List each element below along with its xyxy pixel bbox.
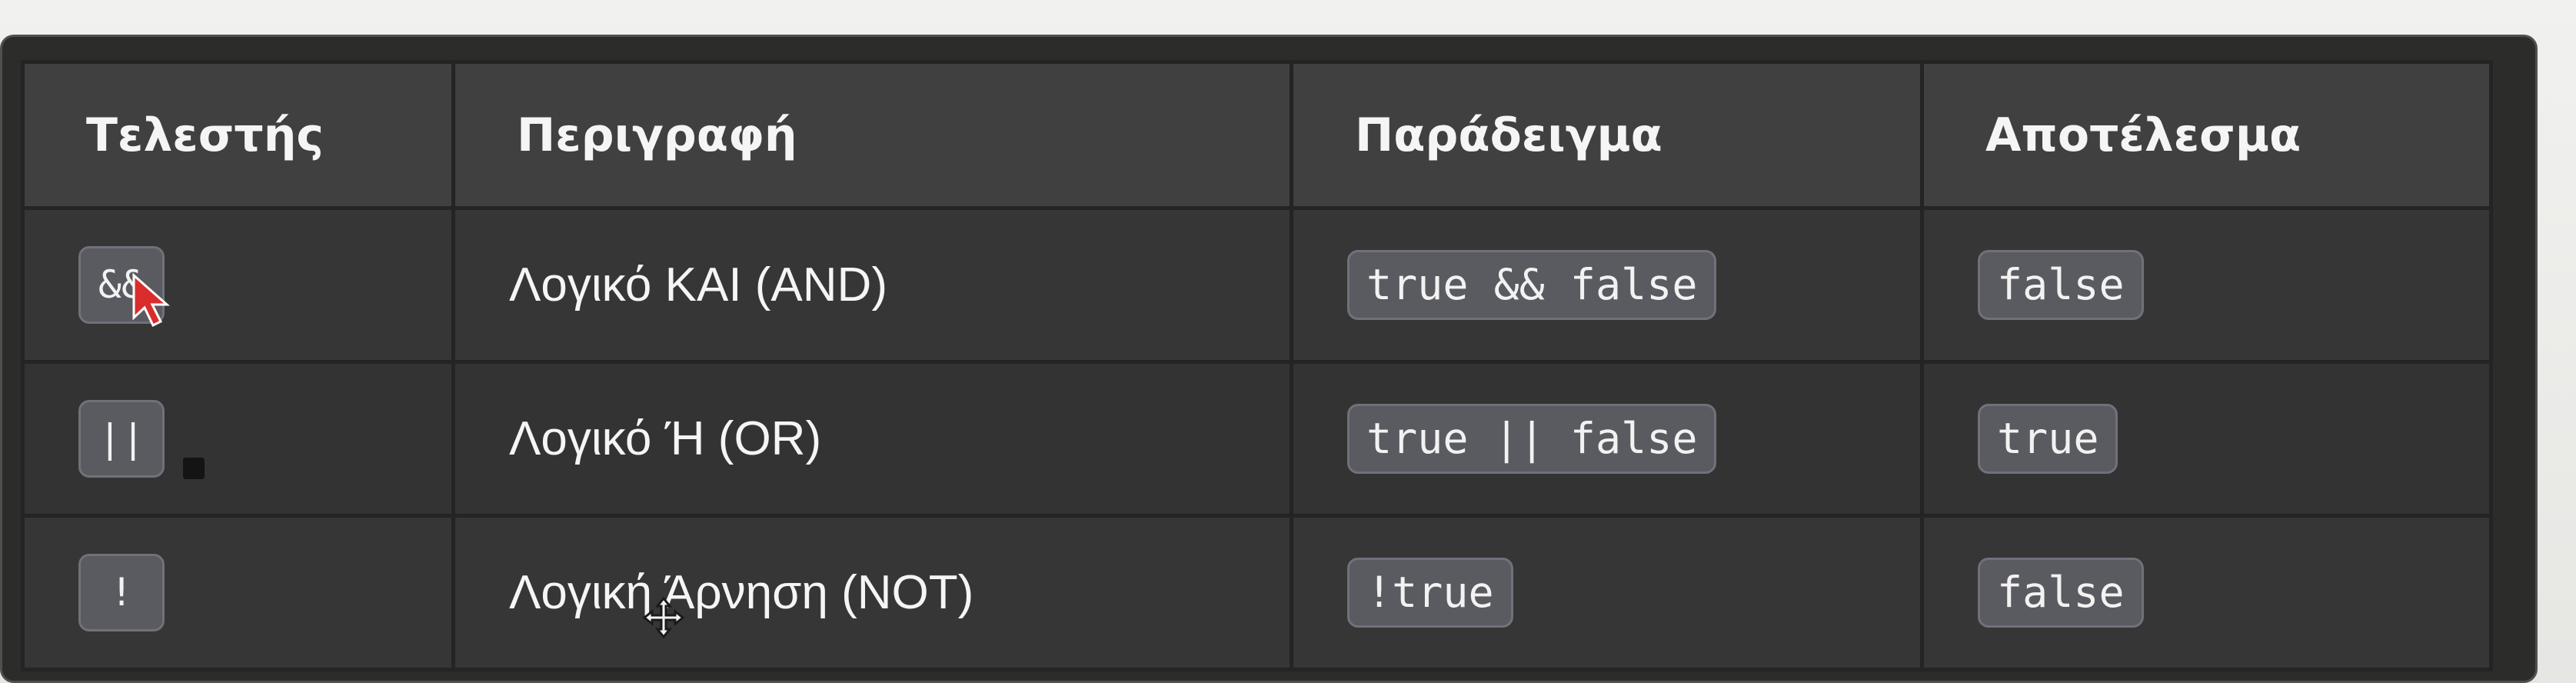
header-operator: Τελεστής	[21, 60, 455, 210]
logical-operators-panel: Τελεστής Περιγραφή Παράδειγμα Αποτέλεσμα…	[0, 35, 2538, 683]
description-cell: Λογική Άρνηση (NOT)	[451, 514, 1293, 671]
example-cell: true || false	[1290, 360, 1924, 518]
example-cell: true && false	[1290, 206, 1924, 364]
header-description: Περιγραφή	[451, 60, 1293, 210]
operator-cell: !	[21, 514, 455, 671]
operator-chip-not: !	[78, 554, 165, 631]
result-chip-not: false	[1978, 558, 2144, 628]
move-cursor-icon	[642, 596, 685, 639]
operator-chip-or: ||	[78, 400, 165, 478]
result-chip-or: true	[1978, 404, 2118, 474]
table-header-row: Τελεστής Περιγραφή Παράδειγμα Αποτέλεσμα	[21, 60, 2493, 210]
example-cell: !true	[1290, 514, 1924, 671]
result-cell: false	[1920, 514, 2493, 671]
table-row-or: || Λογικό Ή (OR) true || false true	[21, 360, 2493, 518]
logical-operators-table: Τελεστής Περιγραφή Παράδειγμα Αποτέλεσμα…	[21, 60, 2493, 671]
example-chip-not: !true	[1347, 558, 1513, 628]
operator-cell: ||	[21, 360, 455, 518]
header-example: Παράδειγμα	[1290, 60, 1924, 210]
description-cell: Λογικό Ή (OR)	[451, 360, 1293, 518]
table-row-not: ! Λογική Άρνηση (NOT) !true false	[21, 514, 2493, 671]
screen-background: Τελεστής Περιγραφή Παράδειγμα Αποτέλεσμα…	[0, 0, 2576, 683]
operator-cell: &&	[21, 206, 455, 364]
small-square-marker-icon	[183, 458, 205, 479]
result-cell: true	[1920, 360, 2493, 518]
table-row-and: && Λογικό ΚΑΙ (AND) true && false false	[21, 206, 2493, 364]
description-cell: Λογικό ΚΑΙ (AND)	[451, 206, 1293, 364]
result-cell: false	[1920, 206, 2493, 364]
example-chip-or: true || false	[1347, 404, 1717, 474]
header-result: Αποτέλεσμα	[1920, 60, 2493, 210]
example-chip-and: true && false	[1347, 250, 1717, 320]
mouse-cursor-icon	[132, 273, 170, 328]
result-chip-and: false	[1978, 250, 2144, 320]
